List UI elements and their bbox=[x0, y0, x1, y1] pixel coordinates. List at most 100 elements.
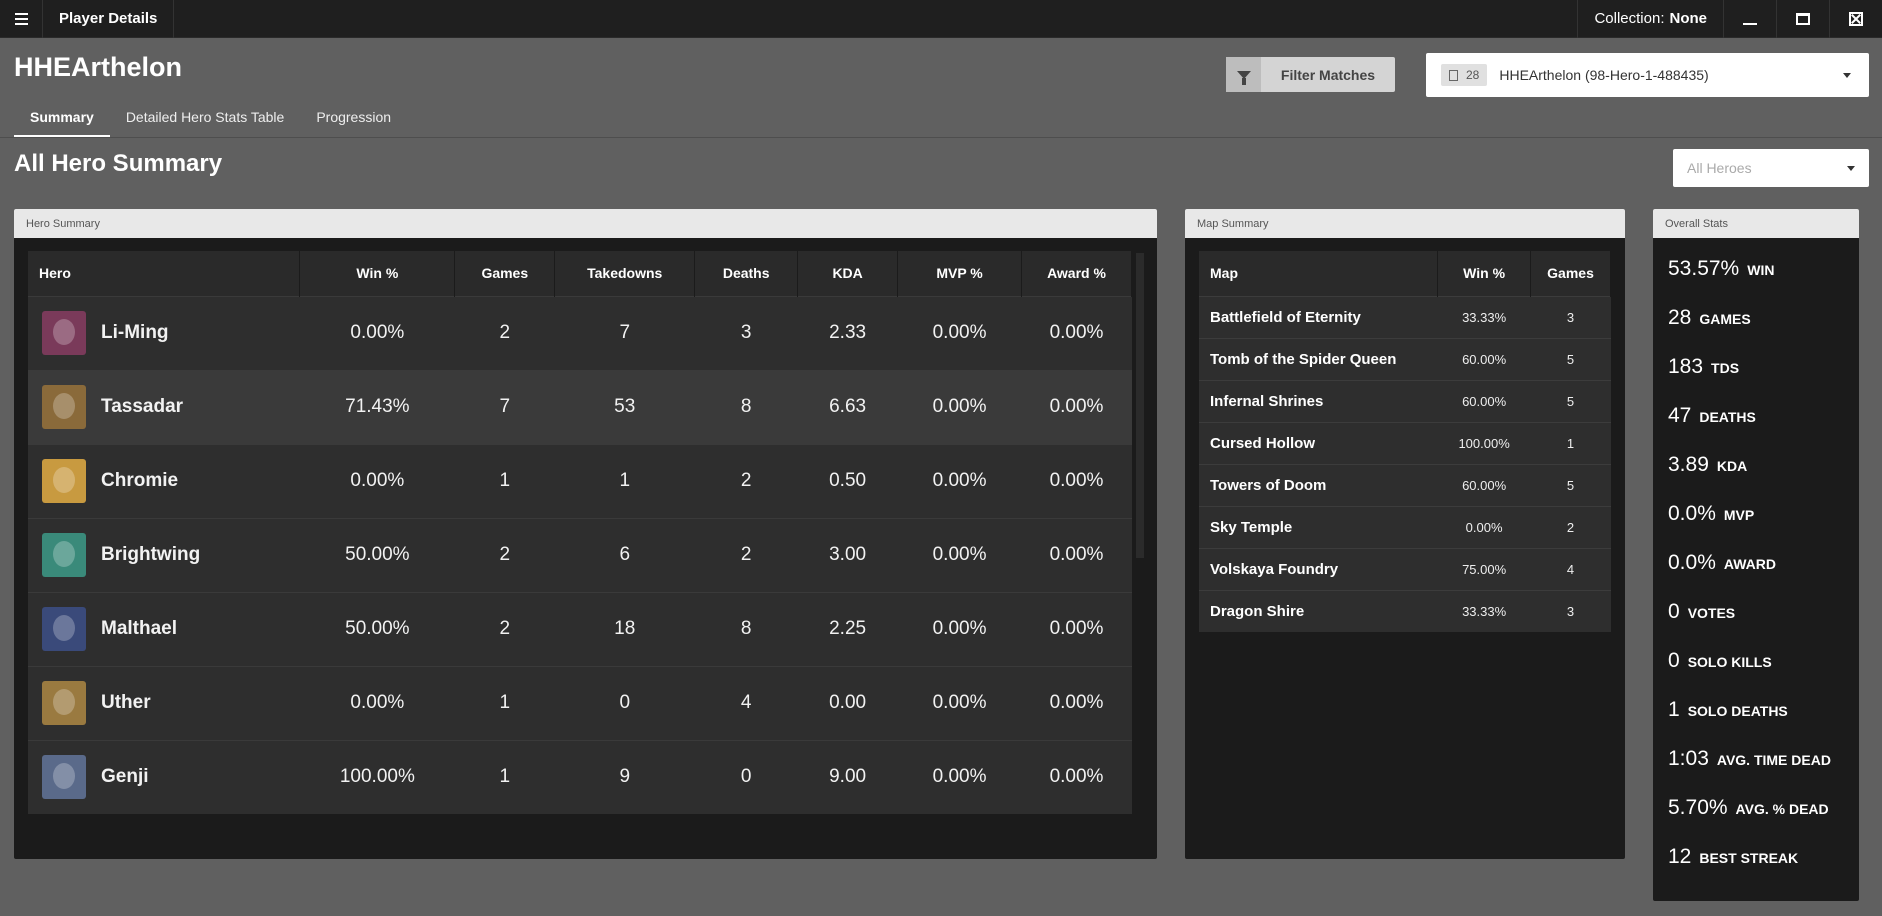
stat-value: 183 bbox=[1668, 355, 1704, 378]
hero-table-scrollbar[interactable] bbox=[1134, 251, 1146, 845]
col-games[interactable]: Games bbox=[454, 251, 556, 296]
hero-summary-table-container: Hero Win % Games Takedowns Deaths KDA MV… bbox=[28, 251, 1146, 845]
stat-item: 0.0% MVP bbox=[1668, 502, 1831, 551]
col-deaths[interactable]: Deaths bbox=[694, 251, 799, 296]
player-select-value: HHEArthelon (98-Hero-1-488435) bbox=[1499, 67, 1709, 83]
table-row[interactable]: Malthael 50.00% 2 18 8 2.25 0.00% 0.00% bbox=[28, 591, 1132, 666]
hero-games-cell: 7 bbox=[454, 369, 555, 444]
hero-kda-cell: 2.33 bbox=[797, 295, 898, 370]
hero-portrait bbox=[42, 681, 86, 725]
hero-name: Li-Ming bbox=[101, 322, 169, 343]
hero-cell: Brightwing bbox=[28, 517, 300, 592]
col-hero[interactable]: Hero bbox=[28, 251, 301, 296]
map-win-cell: 60.00% bbox=[1437, 379, 1531, 422]
player-name: HHEArthelon bbox=[14, 52, 182, 82]
table-row[interactable]: Genji 100.00% 1 9 0 9.00 0.00% 0.00% bbox=[28, 739, 1132, 814]
table-row[interactable]: Towers of Doom 60.00% 5 bbox=[1199, 463, 1611, 506]
stat-value: 47 bbox=[1668, 404, 1692, 427]
close-button[interactable] bbox=[1829, 0, 1882, 38]
hero-mvp-cell: 0.00% bbox=[897, 665, 1022, 740]
stat-value: 12 bbox=[1668, 845, 1692, 868]
filter-matches-button[interactable]: Filter Matches bbox=[1226, 57, 1395, 92]
stat-label: GAMES bbox=[1699, 311, 1751, 327]
map-games-cell: 2 bbox=[1530, 505, 1611, 548]
table-row[interactable]: Cursed Hollow 100.00% 1 bbox=[1199, 421, 1611, 464]
table-row[interactable]: Uther 0.00% 1 0 4 0.00 0.00% 0.00% bbox=[28, 665, 1132, 740]
col-map[interactable]: Map bbox=[1199, 251, 1439, 296]
hero-win-cell: 71.43% bbox=[299, 369, 455, 444]
hero-kda-cell: 0.50 bbox=[797, 443, 898, 518]
map-win-cell: 33.33% bbox=[1437, 295, 1531, 338]
hero-games-cell: 2 bbox=[454, 295, 555, 370]
stat-value: 28 bbox=[1668, 306, 1692, 329]
table-row[interactable]: Chromie 0.00% 1 1 2 0.50 0.00% 0.00% bbox=[28, 443, 1132, 518]
map-games-cell: 5 bbox=[1530, 463, 1611, 506]
table-row[interactable]: Sky Temple 0.00% 2 bbox=[1199, 505, 1611, 548]
tab-divider bbox=[0, 137, 1882, 138]
col-win[interactable]: Win % bbox=[299, 251, 456, 296]
stat-value: 5.70% bbox=[1668, 796, 1728, 819]
col-award[interactable]: Award % bbox=[1021, 251, 1132, 296]
overall-stats-list: 53.57% WIN 28 GAMES 183 TDS 47 DEATHS 3.89 KDA 0.0… bbox=[1668, 257, 1831, 894]
table-row[interactable]: Li-Ming 0.00% 2 7 3 2.33 0.00% 0.00% bbox=[28, 295, 1132, 370]
hero-award-cell: 0.00% bbox=[1021, 665, 1132, 740]
stat-label: AWARD bbox=[1723, 556, 1776, 572]
tab-detailed-hero-stats[interactable]: Detailed Hero Stats Table bbox=[110, 104, 301, 138]
table-row[interactable]: Infernal Shrines 60.00% 5 bbox=[1199, 379, 1611, 422]
hero-award-cell: 0.00% bbox=[1021, 517, 1132, 592]
tab-summary[interactable]: Summary bbox=[14, 104, 110, 138]
hero-name: Malthael bbox=[101, 618, 178, 639]
table-row[interactable]: Tomb of the Spider Queen 60.00% 5 bbox=[1199, 337, 1611, 380]
table-row[interactable]: Brightwing 50.00% 2 6 2 3.00 0.00% 0.00% bbox=[28, 517, 1132, 592]
col-map-win[interactable]: Win % bbox=[1437, 251, 1532, 296]
hero-award-cell: 0.00% bbox=[1021, 739, 1132, 814]
hero-name: Chromie bbox=[101, 470, 179, 491]
hero-cell-content: Uther bbox=[42, 681, 300, 725]
map-games-cell: 3 bbox=[1530, 589, 1611, 632]
map-name: Volskaya Foundry bbox=[1199, 547, 1438, 590]
hero-cell: Uther bbox=[28, 665, 300, 740]
minimize-button[interactable] bbox=[1723, 0, 1776, 38]
table-row[interactable]: Volskaya Foundry 75.00% 4 bbox=[1199, 547, 1611, 590]
stat-label: SOLO KILLS bbox=[1687, 654, 1772, 670]
hamburger-menu-icon[interactable] bbox=[0, 0, 43, 38]
stat-item: 0.0% AWARD bbox=[1668, 551, 1831, 600]
col-kda[interactable]: KDA bbox=[797, 251, 899, 296]
hero-name: Uther bbox=[101, 692, 151, 713]
scrollbar-thumb[interactable] bbox=[1136, 253, 1144, 558]
maximize-button[interactable] bbox=[1776, 0, 1829, 38]
col-mvp[interactable]: MVP % bbox=[897, 251, 1022, 296]
section-title: All Hero Summary bbox=[14, 150, 223, 177]
collection-selector[interactable]: Collection: None bbox=[1577, 0, 1723, 38]
hero-win-cell: 100.00% bbox=[299, 739, 455, 814]
hero-portrait bbox=[42, 385, 86, 429]
hero-cell-content: Brightwing bbox=[42, 533, 300, 577]
hero-cell: Malthael bbox=[28, 591, 300, 666]
tab-progression[interactable]: Progression bbox=[300, 104, 407, 138]
table-row[interactable]: Battlefield of Eternity 33.33% 3 bbox=[1199, 295, 1611, 338]
col-map-games[interactable]: Games bbox=[1530, 251, 1611, 296]
hero-cell-content: Malthael bbox=[42, 607, 300, 651]
minimize-icon bbox=[1743, 22, 1757, 25]
map-win-cell: 75.00% bbox=[1437, 547, 1531, 590]
match-count: 28 bbox=[1466, 68, 1480, 82]
stat-value: 3.89 bbox=[1668, 453, 1709, 476]
hero-filter-placeholder: All Heroes bbox=[1687, 160, 1752, 176]
hero-mvp-cell: 0.00% bbox=[897, 369, 1022, 444]
table-row[interactable]: Dragon Shire 33.33% 3 bbox=[1199, 589, 1611, 632]
hero-award-cell: 0.00% bbox=[1021, 591, 1132, 666]
stat-value: 0.0% bbox=[1668, 551, 1716, 574]
stat-item: 28 GAMES bbox=[1668, 306, 1831, 355]
hero-win-cell: 50.00% bbox=[299, 517, 455, 592]
hero-mvp-cell: 0.00% bbox=[897, 739, 1022, 814]
collection-value: None bbox=[1669, 10, 1708, 27]
col-takedowns[interactable]: Takedowns bbox=[554, 251, 696, 296]
hero-filter-dropdown[interactable]: All Heroes bbox=[1673, 149, 1869, 187]
player-select-dropdown[interactable]: 28 HHEArthelon (98-Hero-1-488435) bbox=[1426, 53, 1869, 97]
map-name: Dragon Shire bbox=[1199, 589, 1438, 632]
stat-item: 47 DEATHS bbox=[1668, 404, 1831, 453]
map-name: Battlefield of Eternity bbox=[1199, 295, 1438, 338]
table-row[interactable]: Tassadar 71.43% 7 53 8 6.63 0.00% 0.00% bbox=[28, 369, 1132, 444]
map-games-cell: 5 bbox=[1530, 379, 1611, 422]
close-icon bbox=[1849, 11, 1863, 26]
